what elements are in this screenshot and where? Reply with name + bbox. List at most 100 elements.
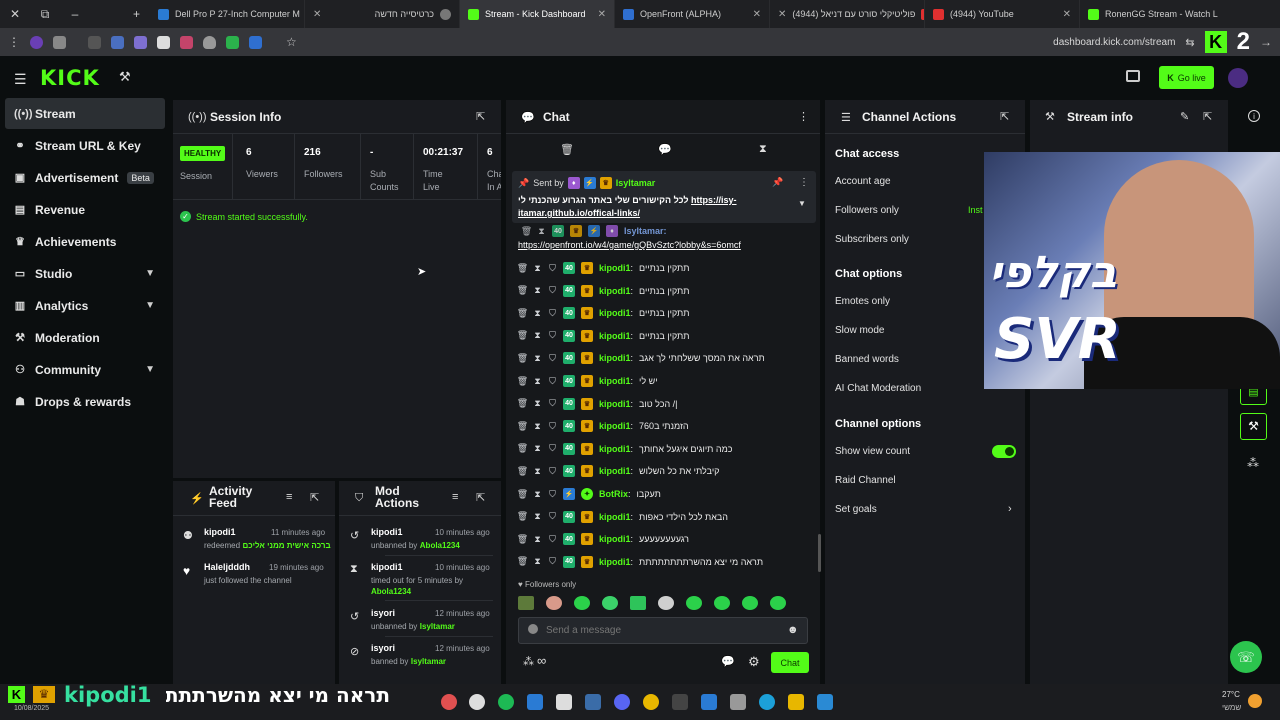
app-icon[interactable] (730, 694, 746, 710)
emote-icon[interactable] (770, 596, 786, 610)
chat-bubble-icon[interactable]: 💬 (721, 655, 735, 668)
pinned-username[interactable]: Isyltamar (616, 178, 656, 188)
shield-icon[interactable]: ⛉ (548, 421, 557, 431)
chat-scrollbar[interactable] (818, 534, 821, 572)
chevron-right-icon[interactable]: › (1008, 503, 1012, 515)
tab-2[interactable]: ✕ כרטיסייה חדשה (305, 0, 460, 28)
tab-close-icon[interactable]: ✕ (753, 9, 761, 20)
trash-icon[interactable]: 🗑 (517, 353, 528, 363)
trash-icon[interactable]: 🗑 (517, 534, 528, 544)
share-icon[interactable]: ⁂ (1247, 456, 1259, 470)
info-icon[interactable]: i (1248, 110, 1260, 122)
hourglass-icon[interactable]: ⧗ (533, 263, 542, 273)
tab-5[interactable]: ✕ פוליטיקלי סורט עם דניאל (4944) (770, 0, 925, 28)
more-vertical-icon[interactable]: ⋮ (798, 110, 809, 123)
tab-4[interactable]: OpenFront (ALPHA) ✕ (615, 0, 770, 28)
popout-icon[interactable]: ⇱ (476, 110, 485, 123)
trash-icon[interactable]: 🗑 (517, 489, 528, 499)
trash-icon[interactable]: 🗑 (517, 285, 528, 296)
wrench-icon[interactable]: ⚒ (1240, 413, 1267, 440)
emotes-only-option[interactable]: Emotes only (835, 296, 890, 307)
chrome-icon[interactable] (643, 694, 659, 710)
trash-icon[interactable]: 🗑 (521, 226, 532, 236)
tune-icon[interactable]: ⇆ (1185, 36, 1194, 49)
popout-icon[interactable]: ⇱ (476, 491, 485, 504)
emote-icon[interactable] (602, 596, 618, 610)
chat-username[interactable]: kipodi1 (599, 444, 631, 454)
sidebar-item-stream-url[interactable]: ⚭ Stream URL & Key (5, 130, 165, 161)
discord-icon[interactable] (614, 694, 630, 710)
points-icon[interactable]: ⁂ (523, 655, 534, 668)
hourglass-icon[interactable]: ⧗ (533, 443, 542, 454)
chat-username[interactable]: kipodi1 (599, 331, 631, 341)
tab-close-icon[interactable]: ✕ (313, 9, 321, 20)
show-view-count-toggle[interactable] (992, 445, 1016, 458)
emote-icon[interactable] (630, 596, 646, 610)
go-live-button[interactable]: K Go live (1159, 66, 1214, 89)
kick-logo[interactable]: KICK (40, 66, 100, 90)
shield-icon[interactable] (203, 35, 216, 49)
trash-icon[interactable]: 🗑 (517, 466, 528, 476)
emote-icon[interactable] (742, 596, 758, 610)
hourglass-icon[interactable]: ⧗ (533, 398, 542, 409)
screen-icon[interactable] (1126, 70, 1140, 82)
emote-icon[interactable] (574, 596, 590, 610)
emote-icon[interactable] (714, 596, 730, 610)
hourglass-icon[interactable]: ⧗ (533, 376, 542, 386)
tab-close-icon[interactable]: ✕ (778, 9, 786, 20)
extension-icon[interactable] (180, 35, 193, 49)
restore-window-icon[interactable]: ⧉ (30, 0, 60, 28)
chat-username[interactable]: kipodi1 (599, 466, 631, 476)
chevron-down-icon[interactable]: ▼ (798, 199, 806, 208)
shield-icon[interactable]: ⛉ (548, 398, 557, 409)
trash-icon[interactable]: 🗑 (560, 143, 574, 156)
chat-username[interactable]: kipodi1 (599, 534, 631, 544)
subscribers-only-option[interactable]: Subscribers only (835, 234, 909, 245)
extension-icon[interactable] (134, 35, 147, 49)
hourglass-icon[interactable]: ⧗ (533, 466, 542, 476)
chat-username[interactable]: kipodi1 (599, 399, 631, 409)
app-icon[interactable] (441, 694, 457, 710)
shield-icon[interactable]: ⛉ (548, 353, 557, 363)
sidebar-item-revenue[interactable]: ▤ Revenue (5, 194, 165, 225)
minimize-window-icon[interactable]: – (60, 0, 90, 28)
shield-icon[interactable]: ⛉ (548, 534, 557, 544)
tab-close-icon[interactable]: ✕ (598, 9, 606, 20)
popout-icon[interactable]: ⇱ (310, 491, 319, 504)
hourglass-icon[interactable]: ⧗ (533, 285, 542, 296)
app-icon[interactable] (672, 694, 688, 710)
shield-icon[interactable]: ⛉ (548, 489, 557, 499)
followers-only-option[interactable]: Followers only (835, 205, 899, 216)
extension-icon[interactable] (226, 35, 239, 49)
trash-icon[interactable]: 🗑 (517, 263, 528, 273)
extension-icon[interactable] (249, 35, 262, 49)
tab-6[interactable]: (4944) YouTube ✕ (925, 0, 1080, 28)
extension-icon[interactable] (30, 35, 43, 49)
filter-icon[interactable]: ≡ (286, 491, 292, 503)
set-goals-option[interactable]: Set goals (835, 504, 877, 515)
bookmark-star-icon[interactable]: ☆ (286, 35, 297, 49)
sidebar-item-drops[interactable]: ☗ Drops & rewards (5, 386, 165, 417)
trash-icon[interactable]: 🗑 (517, 556, 528, 567)
sidebar-item-stream[interactable]: ((•)) Stream (5, 98, 165, 129)
edge-icon[interactable] (759, 694, 775, 710)
hourglass-icon[interactable]: ⧗ (533, 353, 542, 363)
close-window-icon[interactable]: ✕ (0, 0, 30, 28)
extension-icon[interactable] (53, 35, 66, 49)
tab-7[interactable]: RonenGG Stream - Watch L (1080, 0, 1230, 28)
pin-icon[interactable]: ⚒ (119, 69, 131, 85)
shield-icon[interactable]: ⛉ (548, 330, 557, 341)
menu-dots-icon[interactable]: ⋮ (8, 35, 20, 49)
hourglass-icon[interactable]: ⧗ (533, 308, 542, 318)
slow-mode-option[interactable]: Slow mode (835, 325, 884, 336)
hourglass-icon[interactable]: ⧗ (759, 143, 767, 156)
shield-icon[interactable]: ⛉ (548, 285, 557, 296)
support-icon[interactable]: ☏ (1230, 641, 1262, 673)
sidebar-item-community[interactable]: ⚇ Community ▼ (5, 354, 165, 385)
sidebar-item-moderation[interactable]: ⚒ Moderation (5, 322, 165, 353)
chat-username[interactable]: kipodi1 (599, 512, 631, 522)
trash-icon[interactable]: 🗑 (517, 398, 528, 409)
emote-icon[interactable] (658, 596, 674, 610)
tab-1[interactable]: Dell Pro P 27-Inch Computer M✕ (150, 0, 305, 28)
hourglass-icon[interactable]: ⧗ (533, 556, 542, 567)
